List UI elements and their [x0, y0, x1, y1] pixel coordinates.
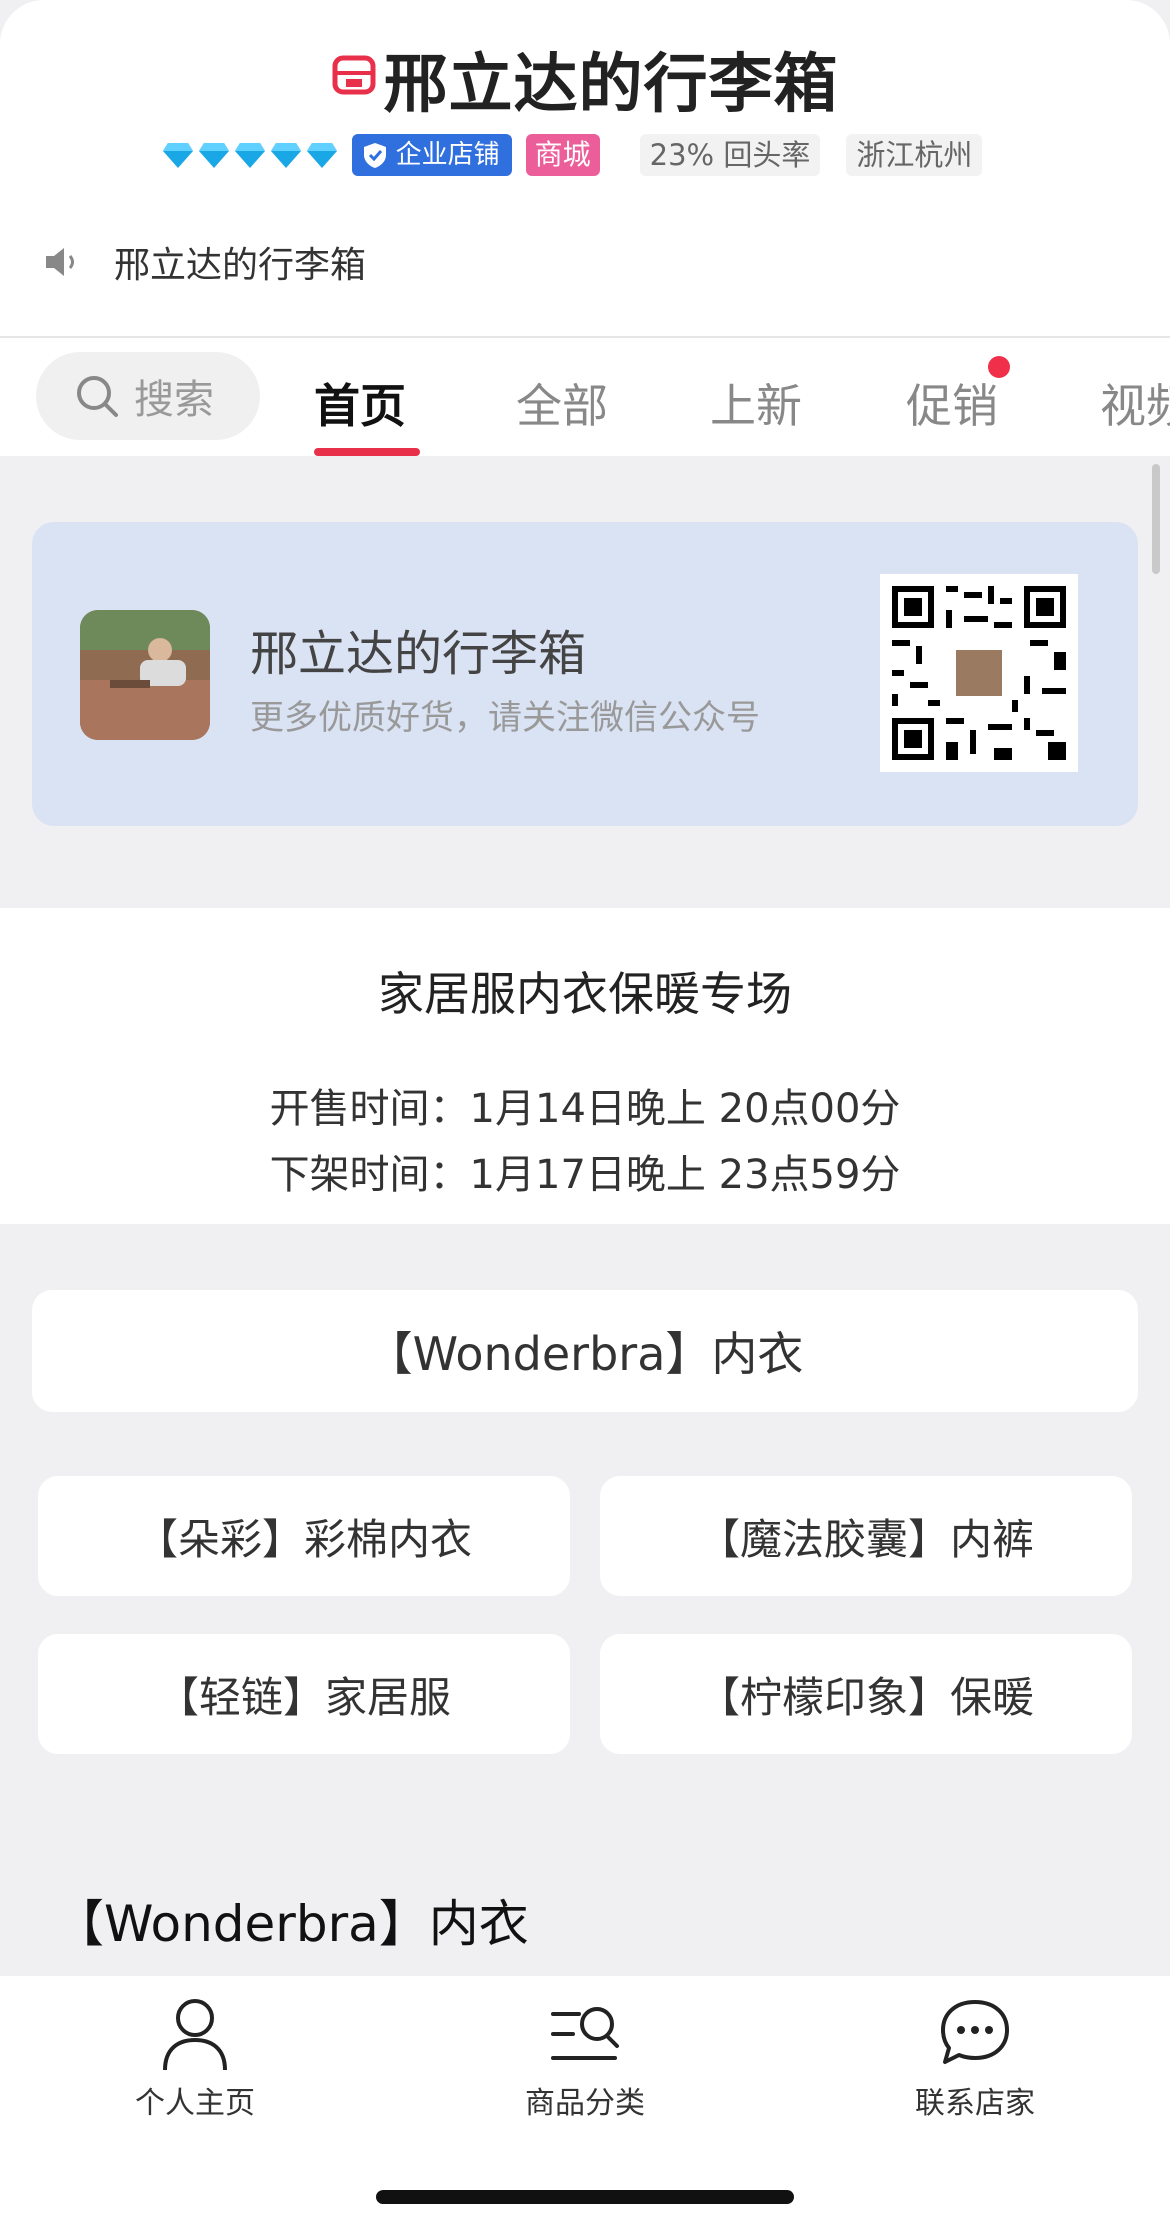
search-placeholder: 搜索	[134, 377, 214, 423]
repurchase-rate-chip: 23% 回头率	[639, 134, 821, 176]
scrollbar[interactable]	[1152, 464, 1160, 574]
promo-title: 家居服内衣保暖专场	[378, 967, 792, 1021]
enterprise-shop-badge[interactable]: 企业店铺	[351, 134, 512, 176]
search-input[interactable]: 搜索	[36, 352, 260, 440]
category-button-wonderbra[interactable]: 【Wonderbra】内衣	[32, 1290, 1138, 1412]
category-button-lemon[interactable]: 【柠檬印象】保暖	[600, 1634, 1132, 1754]
person-icon	[163, 1999, 227, 2071]
sale-start-time: 开售时间：1月14日晚上 20点00分	[269, 1086, 901, 1132]
mall-badge[interactable]: 商城	[525, 134, 600, 176]
nav-profile-label: 个人主页	[135, 2086, 255, 2121]
bottom-nav: 个人主页 商品分类 联系店家	[0, 1976, 1170, 2226]
speaker-icon	[46, 248, 74, 276]
active-tab-indicator	[314, 448, 420, 456]
sale-end-time: 下架时间：1月17日晚上 23点59分	[269, 1152, 901, 1198]
diamond-icon	[270, 143, 301, 168]
diamond-icon	[234, 143, 265, 168]
avatar-photo	[80, 610, 210, 740]
tab-new[interactable]: 上新	[710, 370, 802, 436]
nav-contact-seller[interactable]: 联系店家	[850, 1996, 1100, 2122]
wechat-follow-card[interactable]: 邢立达的行李箱 更多优质好货，请关注微信公众号	[32, 522, 1138, 826]
category-button-magic-capsule[interactable]: 【魔法胶囊】内裤	[600, 1476, 1132, 1596]
diamond-icon	[198, 143, 229, 168]
section-title: 【Wonderbra】内衣	[54, 1895, 529, 1953]
tab-bar: 搜索 首页 全部 上新 促销 视频	[0, 338, 1170, 456]
shop-name: 邢立达的行李箱	[383, 48, 839, 122]
category-search-icon	[551, 2007, 619, 2060]
nav-categories-label: 商品分类	[525, 2086, 645, 2121]
qr-code	[880, 574, 1078, 772]
enterprise-badge-label: 企业店铺	[395, 140, 500, 170]
wechat-account-name: 邢立达的行李箱	[250, 626, 587, 682]
category-button-duocai[interactable]: 【朵彩】彩棉内衣	[38, 1476, 570, 1596]
location-chip: 浙江杭州	[846, 134, 983, 176]
promotion-badge-dot	[988, 356, 1010, 378]
nav-contact-label: 联系店家	[915, 2086, 1035, 2121]
search-icon	[77, 376, 118, 417]
shop-title-row: 邢立达的行李箱	[0, 34, 1170, 124]
promo-banner: 家居服内衣保暖专场 开售时间：1月14日晚上 20点00分 下架时间：1月17日…	[0, 908, 1170, 1224]
tab-home[interactable]: 首页	[314, 370, 406, 436]
nav-categories[interactable]: 商品分类	[460, 1996, 710, 2122]
diamond-icon	[306, 143, 337, 168]
shop-level-diamonds	[162, 141, 338, 169]
category-button-qinglian[interactable]: 【轻链】家居服	[38, 1634, 570, 1754]
notice-text: 邢立达的行李箱	[114, 245, 367, 286]
tab-video[interactable]: 视频	[1100, 370, 1170, 436]
tab-all[interactable]: 全部	[516, 370, 608, 436]
shop-type-icon	[332, 55, 375, 95]
shield-check-icon	[363, 143, 386, 168]
shop-meta-row: 企业店铺 商城 23% 回头率 浙江杭州	[0, 130, 1170, 180]
shop-notice[interactable]: 邢立达的行李箱	[44, 236, 366, 288]
nav-profile[interactable]: 个人主页	[70, 1996, 320, 2122]
home-indicator[interactable]	[376, 2190, 794, 2204]
tab-promotion[interactable]: 促销	[906, 370, 998, 436]
diamond-icon	[162, 143, 193, 168]
chat-icon	[941, 2000, 1009, 2064]
shop-header: 邢立达的行李箱 企业店铺 商城 23% 回头率 浙江杭州 邢立达的行李箱	[0, 0, 1170, 336]
wechat-follow-hint: 更多优质好货，请关注微信公众号	[250, 698, 760, 738]
